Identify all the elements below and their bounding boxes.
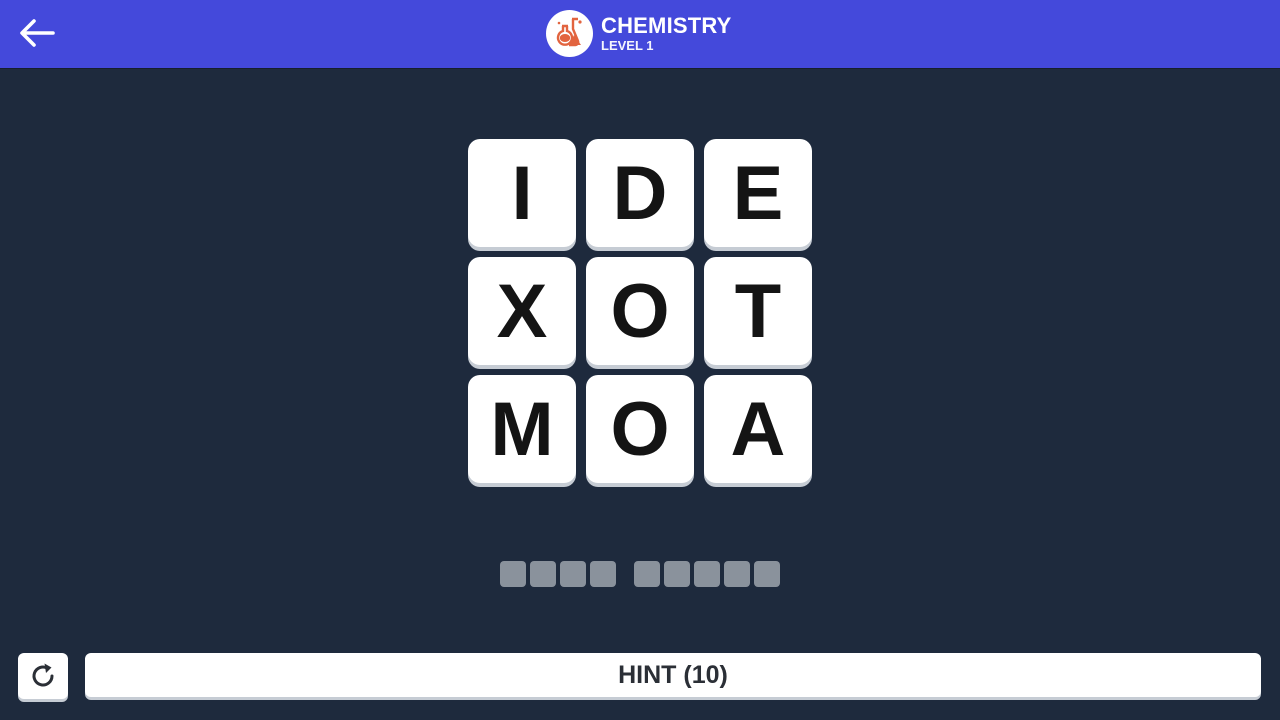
hint-button[interactable]: HINT (10): [85, 653, 1261, 697]
answer-slot[interactable]: [590, 561, 616, 587]
letter-tile[interactable]: O: [586, 375, 694, 483]
letter-tile[interactable]: D: [586, 139, 694, 247]
letter-tile[interactable]: X: [468, 257, 576, 365]
letter-tile[interactable]: M: [468, 375, 576, 483]
letter-grid: I D E X O T M O A: [468, 139, 812, 483]
category-badge: [546, 9, 593, 57]
answer-slots: [0, 561, 1280, 587]
answer-slot[interactable]: [664, 561, 690, 587]
answer-slot[interactable]: [724, 561, 750, 587]
letter-tile[interactable]: I: [468, 139, 576, 247]
back-arrow-icon: [20, 19, 55, 47]
answer-slot[interactable]: [500, 561, 526, 587]
top-bar: CHEMISTRY LEVEL 1: [0, 0, 1280, 68]
letter-tile[interactable]: E: [704, 139, 812, 247]
letter-tile[interactable]: O: [586, 257, 694, 365]
back-button[interactable]: [14, 12, 60, 54]
letter-tile[interactable]: T: [704, 257, 812, 365]
category-title: CHEMISTRY: [601, 12, 732, 38]
chemistry-flasks-icon: [556, 17, 582, 47]
answer-slot[interactable]: [694, 561, 720, 587]
letter-tile[interactable]: A: [704, 375, 812, 483]
answer-slot[interactable]: [754, 561, 780, 587]
answer-slot[interactable]: [530, 561, 556, 587]
answer-slot[interactable]: [560, 561, 586, 587]
reset-button[interactable]: [18, 653, 68, 699]
refresh-icon: [32, 663, 54, 687]
answer-slot[interactable]: [634, 561, 660, 587]
title-block: CHEMISTRY LEVEL 1: [601, 12, 732, 53]
level-label: LEVEL 1: [601, 37, 654, 53]
category-header: CHEMISTRY LEVEL 1: [546, 9, 732, 57]
